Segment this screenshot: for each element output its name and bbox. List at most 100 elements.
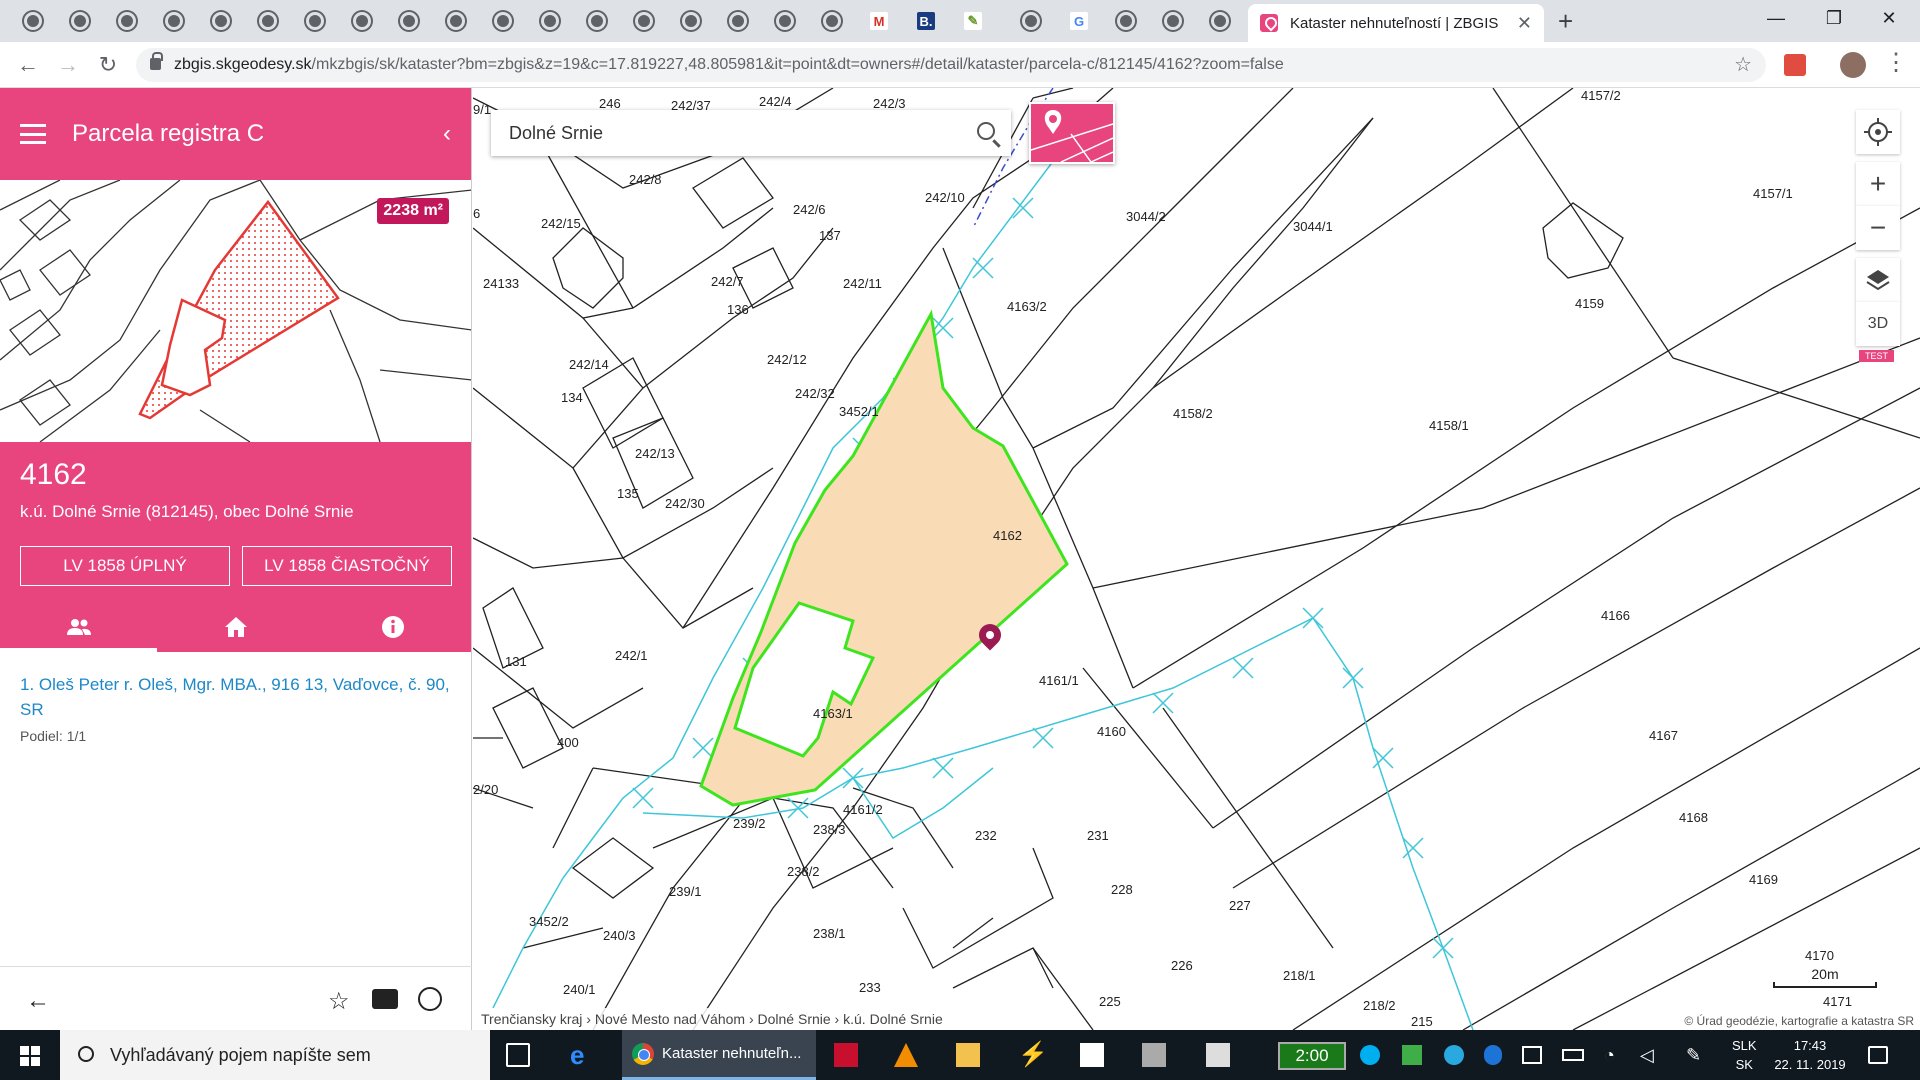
svg-text:4163/1: 4163/1: [813, 706, 853, 721]
tab-favicon[interactable]: [772, 8, 798, 34]
pdf-extension-icon[interactable]: [1784, 54, 1806, 76]
task-view-icon[interactable]: [506, 1043, 530, 1067]
tab-favicon[interactable]: [443, 8, 469, 34]
zoom-out-button[interactable]: −: [1856, 206, 1900, 250]
map-search-input[interactable]: Dolné Srnie: [491, 110, 1011, 156]
acrobat-icon[interactable]: [834, 1043, 858, 1067]
timer-app[interactable]: 2:00: [1278, 1042, 1346, 1070]
cadastral-map[interactable]: 246 242/37 242/4 242/3 242/8 242/15 242/…: [473, 88, 1920, 1030]
tab-favicon[interactable]: [396, 8, 422, 34]
security-icon[interactable]: [1402, 1045, 1422, 1065]
breadcrumb-item[interactable]: Trenčiansky kraj: [481, 1011, 582, 1027]
collapse-panel-icon[interactable]: ‹: [443, 120, 451, 148]
tab-favicon[interactable]: [725, 8, 751, 34]
gmail-tab-icon[interactable]: M: [866, 8, 892, 34]
close-tab-icon[interactable]: ✕: [1517, 13, 1532, 34]
owner-link[interactable]: 1. Oleš Peter r. Oleš, Mgr. MBA., 916 13…: [20, 672, 451, 722]
skype-icon[interactable]: [1360, 1045, 1380, 1065]
svg-text:4160: 4160: [1097, 724, 1126, 739]
tab-favicon[interactable]: [67, 8, 93, 34]
battery-icon[interactable]: [1562, 1049, 1584, 1061]
favorite-star-icon[interactable]: ☆: [328, 987, 350, 1016]
tab-favicon[interactable]: [302, 8, 328, 34]
back-button[interactable]: ←: [14, 52, 42, 78]
tab-favicon[interactable]: [819, 8, 845, 34]
active-tab[interactable]: Kataster nehnuteľností | ZBGIS ✕: [1248, 4, 1544, 42]
language-indicator[interactable]: SLK SK: [1732, 1036, 1757, 1074]
bluetooth-icon[interactable]: [1484, 1045, 1502, 1065]
minimize-window-button[interactable]: —: [1753, 8, 1799, 29]
tab-favicon[interactable]: [1113, 8, 1139, 34]
mail-icon[interactable]: [1080, 1043, 1104, 1067]
windows-taskbar: Vyhľadávaný pojem napíšte sem e Kataster…: [0, 1030, 1920, 1080]
breadcrumb-item[interactable]: Dolné Srnie: [758, 1011, 831, 1027]
tray-app-icon[interactable]: [1444, 1045, 1464, 1065]
taskbar-chrome-window[interactable]: Kataster nehnuteľn...: [622, 1030, 816, 1080]
vlc-icon[interactable]: [894, 1043, 918, 1067]
tab-favicon[interactable]: [208, 8, 234, 34]
action-center-icon[interactable]: [1868, 1046, 1888, 1064]
tab-owners[interactable]: [0, 602, 158, 652]
new-tab-button[interactable]: +: [1558, 6, 1573, 37]
svg-text:225: 225: [1099, 994, 1121, 1009]
locate-parcel-icon[interactable]: [418, 987, 442, 1011]
browser-menu-icon[interactable]: ⋮: [1884, 48, 1908, 77]
3d-view-button[interactable]: 3D: [1856, 302, 1900, 346]
print-icon[interactable]: [372, 989, 398, 1009]
breadcrumb-item[interactable]: k.ú. Dolné Srnie: [843, 1011, 943, 1027]
close-window-button[interactable]: ✕: [1866, 8, 1912, 29]
breadcrumb-item[interactable]: Nové Mesto nad Váhom: [595, 1011, 745, 1027]
forward-button[interactable]: →: [54, 52, 82, 78]
clock[interactable]: 17:43 22. 11. 2019: [1770, 1036, 1850, 1074]
reload-button[interactable]: ↻: [94, 52, 122, 78]
tab-favicon[interactable]: [1018, 8, 1044, 34]
archive-icon[interactable]: [1142, 1043, 1166, 1067]
app-icon[interactable]: ⚡: [1018, 1043, 1048, 1067]
zoom-in-button[interactable]: +: [1856, 162, 1900, 206]
parcel-minimap[interactable]: 2238 m²: [0, 180, 471, 442]
lv-partial-button[interactable]: LV 1858 ČIASTOČNÝ: [242, 546, 452, 586]
tab-favicon[interactable]: [584, 8, 610, 34]
back-arrow-icon[interactable]: ←: [26, 987, 50, 1015]
taskbar-search-input[interactable]: Vyhľadávaný pojem napíšte sem: [60, 1030, 490, 1080]
svg-text:3452/1: 3452/1: [839, 404, 879, 419]
bookmark-star-icon[interactable]: ☆: [1734, 48, 1752, 82]
tab-favicon[interactable]: [1160, 8, 1186, 34]
tab-favicon[interactable]: [678, 8, 704, 34]
file-explorer-icon[interactable]: [956, 1043, 980, 1067]
cadastre-layer-toggle[interactable]: [1029, 102, 1115, 164]
google-tab-icon[interactable]: G: [1066, 8, 1092, 34]
tab-favicon[interactable]: [20, 8, 46, 34]
edge-icon[interactable]: e: [570, 1042, 594, 1068]
maximize-window-button[interactable]: ❐: [1811, 8, 1857, 29]
tab-favicon[interactable]: ✎: [960, 8, 986, 34]
lv-full-button[interactable]: LV 1858 ÚPLNÝ: [20, 546, 230, 586]
windows-start-icon[interactable]: [20, 1046, 40, 1066]
tab-favicon[interactable]: [1207, 8, 1233, 34]
svg-text:228: 228: [1111, 882, 1133, 897]
notification-tray-icon[interactable]: [1522, 1046, 1542, 1064]
menu-icon[interactable]: [20, 124, 46, 144]
tab-favicon[interactable]: [161, 8, 187, 34]
tab-favicon[interactable]: [114, 8, 140, 34]
my-location-button[interactable]: [1856, 110, 1900, 154]
address-bar[interactable]: zbgis.skgeodesy.sk/mkzbgis/sk/kataster?b…: [136, 48, 1766, 82]
tab-info[interactable]: [315, 602, 472, 652]
profile-avatar[interactable]: [1840, 52, 1866, 78]
layers-button[interactable]: [1856, 258, 1900, 302]
info-icon: [382, 616, 405, 638]
search-icon[interactable]: [977, 122, 995, 140]
tab-favicon[interactable]: [255, 8, 281, 34]
tab-favicon[interactable]: [631, 8, 657, 34]
tab-favicon[interactable]: [537, 8, 563, 34]
booking-tab-icon[interactable]: B.: [913, 8, 939, 34]
volume-icon[interactable]: ◁: [1640, 1043, 1664, 1067]
tab-favicon[interactable]: [349, 8, 375, 34]
wifi-icon[interactable]: ◔: [1604, 1043, 1628, 1067]
calculator-icon[interactable]: [1206, 1043, 1230, 1067]
tab-building[interactable]: [157, 602, 314, 652]
panel-title: Parcela registra C: [72, 120, 265, 147]
tab-favicon[interactable]: [490, 8, 516, 34]
pen-icon[interactable]: ✎: [1686, 1043, 1710, 1067]
url-path: /mkzbgis/sk/kataster?bm=zbgis&z=19&c=17.…: [311, 56, 1284, 73]
